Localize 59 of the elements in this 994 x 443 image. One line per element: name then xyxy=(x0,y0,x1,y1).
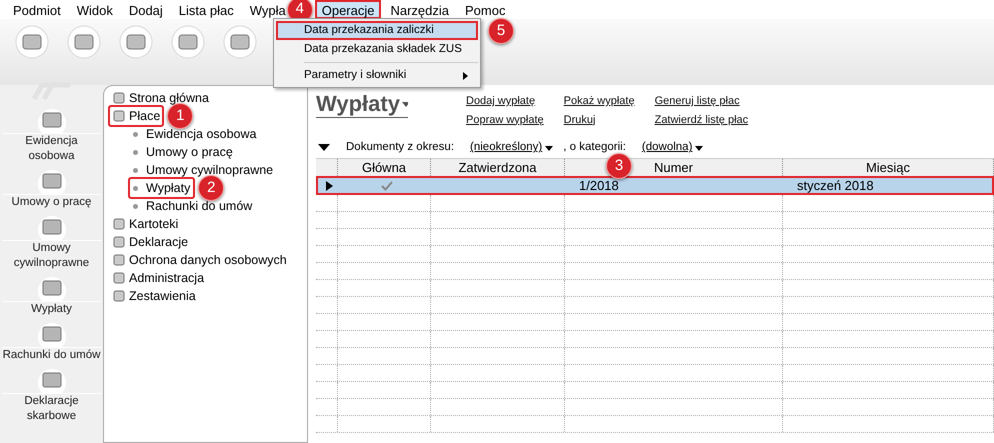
table-cell-text: 1/2018 xyxy=(579,176,619,195)
column-header[interactable]: Zatwierdzona xyxy=(458,160,537,175)
module-label[interactable]: Rachunki do umów xyxy=(2,347,102,363)
tree-item[interactable]: Umowy o pracę xyxy=(146,142,233,162)
menu-item[interactable]: Lista płac xyxy=(172,0,241,19)
tree-item[interactable]: Kartoteki xyxy=(129,214,178,234)
action-link[interactable]: Drukuj xyxy=(564,112,635,128)
menu-item[interactable]: Podmiot xyxy=(6,0,68,19)
caret-icon[interactable] xyxy=(402,102,408,106)
caret-icon xyxy=(545,146,554,150)
module-icon xyxy=(112,253,126,267)
module-icon xyxy=(112,91,126,105)
submenu-arrow-icon xyxy=(463,72,468,80)
column-header[interactable]: Główna xyxy=(362,160,406,175)
bullet-icon xyxy=(133,168,138,172)
menu-item[interactable]: Parametry i słowniki xyxy=(276,66,478,85)
category-dropdown[interactable]: (dowolna) xyxy=(642,139,704,157)
module-label[interactable]: Deklaracje skarbowe xyxy=(2,393,102,424)
collapse-icon[interactable] xyxy=(318,144,330,152)
menu-item[interactable]: Pomoc xyxy=(458,0,512,19)
tree-item[interactable]: Deklaracje xyxy=(129,232,188,252)
row-pointer-icon xyxy=(326,180,332,190)
bullet-icon xyxy=(133,150,138,154)
module-icon xyxy=(112,271,126,285)
table-cell-text: styczeń 2018 xyxy=(797,176,874,195)
action-link[interactable]: Zatwierdź listę płac xyxy=(654,112,748,128)
tree-item[interactable]: Ochrona danych osobowych xyxy=(129,250,287,270)
module-icon xyxy=(112,235,126,249)
filter-label: Dokumenty z okresu: xyxy=(346,140,454,156)
menu-item[interactable]: Narzędzia xyxy=(383,0,456,19)
bullet-icon xyxy=(133,204,138,208)
tree-item[interactable]: Administracja xyxy=(129,268,204,288)
bullet-icon xyxy=(133,132,138,136)
menu-item[interactable]: Data przekazania składek ZUS xyxy=(276,40,478,59)
column-header[interactable]: Numer xyxy=(654,160,693,175)
step-number-badge: 3 xyxy=(606,153,632,179)
action-link[interactable]: Generuj listę płac xyxy=(654,93,748,110)
module-label[interactable]: Wypłaty xyxy=(2,301,102,317)
column-header[interactable]: Miesiąc xyxy=(866,160,910,175)
period-dropdown[interactable]: (nieokreślony) xyxy=(470,139,554,157)
action-link[interactable]: Popraw wypłatę xyxy=(466,112,544,128)
tree-item[interactable]: Zestawienia xyxy=(129,286,196,306)
filter-label: , o kategorii: xyxy=(563,140,626,156)
menu-item[interactable]: Data przekazania zaliczki xyxy=(276,21,478,40)
module-icon xyxy=(112,217,126,231)
table-row[interactable]: 1/2018 styczeń 2018 xyxy=(316,176,994,195)
menu-item[interactable]: Operacje xyxy=(314,0,382,19)
menu-item[interactable]: Dodaj xyxy=(122,0,170,19)
module-label[interactable]: Umowy cywilnoprawne xyxy=(2,240,102,271)
module-label[interactable]: Ewidencja osobowa xyxy=(2,133,102,164)
menu-item[interactable]: Widok xyxy=(70,0,120,19)
caret-icon xyxy=(695,146,704,150)
bullet-icon xyxy=(133,186,138,190)
module-icon xyxy=(112,289,126,303)
action-link[interactable]: Dodaj wypłatę xyxy=(466,93,544,110)
module-label[interactable]: Umowy o pracę xyxy=(2,194,102,210)
module-icon xyxy=(112,109,126,123)
page-title[interactable]: Wypłaty xyxy=(316,91,400,117)
action-link[interactable]: Pokaż wypłatę xyxy=(564,93,635,110)
